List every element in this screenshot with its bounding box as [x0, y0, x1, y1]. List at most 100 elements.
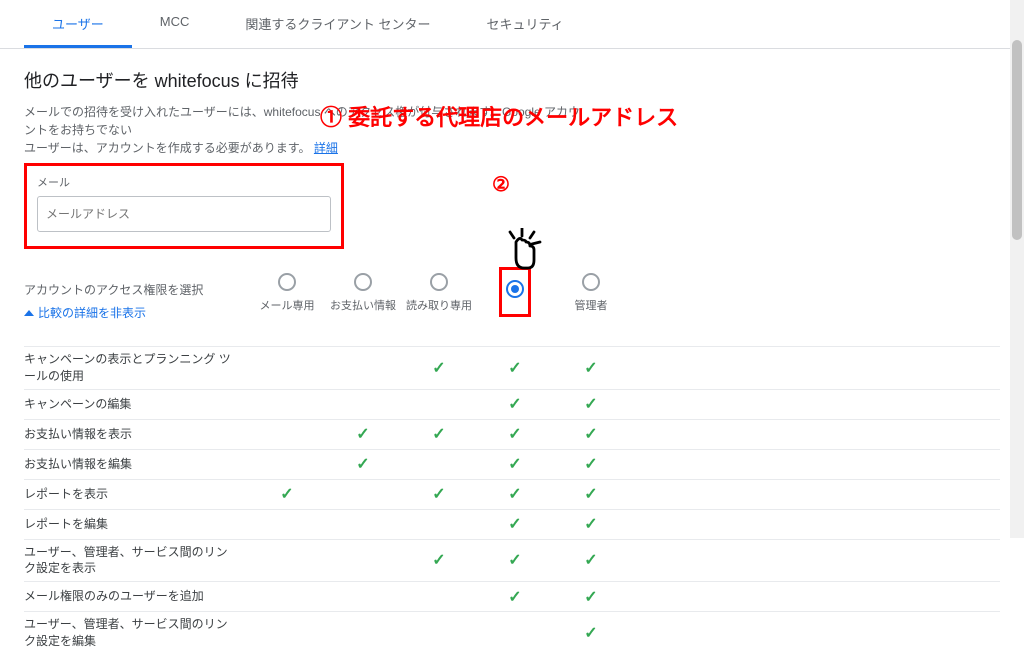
- check-icon: ✓: [401, 358, 477, 378]
- radio-standard[interactable]: [506, 280, 524, 298]
- email-label: メール: [37, 174, 331, 190]
- table-row: レポートを編集✓✓: [24, 509, 1000, 539]
- perm-cells: ✓✓: [249, 514, 629, 534]
- check-icon: ✓: [325, 454, 401, 474]
- annotation-1: ① 委託する代理店のメールアドレス: [320, 100, 678, 132]
- tab-security[interactable]: セキュリティ: [458, 0, 591, 48]
- empty-cell: [477, 623, 553, 643]
- annotation-box-2: [499, 267, 531, 317]
- permissions-table: キャンペーンの表示とプランニング ツールの使用✓✓✓キャンペーンの編集✓✓お支払…: [24, 346, 1000, 654]
- check-icon: ✓: [477, 484, 553, 504]
- access-level-radios: メール専用 お支払い情報 読み取り専用 標準 管理者: [249, 267, 629, 336]
- radio-readonly[interactable]: [430, 273, 448, 291]
- empty-cell: [249, 424, 325, 444]
- tab-users[interactable]: ユーザー: [24, 0, 132, 48]
- check-icon: ✓: [553, 358, 629, 378]
- access-select-row: アカウントのアクセス権限を選択 比較の詳細を非表示 メール専用 お支払い情報 読…: [24, 267, 1000, 336]
- empty-cell: [249, 514, 325, 534]
- table-row: ユーザー、管理者、サービス間のリンク設定を表示✓✓✓: [24, 539, 1000, 582]
- perm-label: メール権限のみのユーザーを追加: [24, 588, 249, 605]
- empty-cell: [401, 623, 477, 643]
- hide-details-text: 比較の詳細を非表示: [38, 304, 146, 321]
- radio-col-billing[interactable]: お支払い情報: [325, 267, 401, 336]
- email-field[interactable]: [37, 196, 331, 232]
- perm-label: レポートを編集: [24, 516, 249, 533]
- access-select-text: アカウントのアクセス権限を選択: [24, 283, 203, 297]
- table-row: ユーザー、管理者、サービス間のリンク設定を編集 ✓: [24, 611, 1000, 654]
- table-row: キャンペーンの表示とプランニング ツールの使用✓✓✓: [24, 346, 1000, 389]
- empty-cell: [325, 550, 401, 570]
- check-icon: ✓: [553, 484, 629, 504]
- empty-cell: [249, 358, 325, 378]
- check-icon: ✓: [249, 484, 325, 504]
- empty-cell: [325, 514, 401, 534]
- check-icon: ✓: [477, 424, 553, 444]
- perm-cells: ✓✓: [249, 587, 629, 607]
- perm-cells: ✓✓✓✓: [249, 424, 629, 444]
- empty-cell: [249, 587, 325, 607]
- radio-col-email-only[interactable]: メール専用: [249, 267, 325, 336]
- radio-col-standard[interactable]: 標準: [477, 267, 553, 336]
- empty-cell: [401, 394, 477, 414]
- table-row: キャンペーンの編集✓✓: [24, 389, 1000, 419]
- perm-cells: ✓✓✓: [249, 358, 629, 378]
- check-icon: ✓: [553, 623, 629, 643]
- check-icon: ✓: [477, 514, 553, 534]
- scrollbar[interactable]: [1010, 0, 1024, 538]
- tab-related-clients[interactable]: 関連するクライアント センター: [217, 0, 458, 48]
- perm-cells: ✓✓✓✓: [249, 484, 629, 504]
- check-icon: ✓: [401, 484, 477, 504]
- table-row: レポートを表示✓✓✓✓: [24, 479, 1000, 509]
- radio-admin[interactable]: [582, 273, 600, 291]
- check-icon: ✓: [553, 550, 629, 570]
- radio-label-billing: お支払い情報: [325, 297, 401, 313]
- check-icon: ✓: [477, 550, 553, 570]
- access-select-label: アカウントのアクセス権限を選択 比較の詳細を非表示: [24, 267, 249, 321]
- scrollbar-thumb[interactable]: [1012, 40, 1022, 240]
- empty-cell: [401, 454, 477, 474]
- check-icon: ✓: [401, 424, 477, 444]
- check-icon: ✓: [553, 424, 629, 444]
- tabs-bar: ユーザー MCC 関連するクライアント センター セキュリティ: [0, 0, 1024, 49]
- tab-mcc[interactable]: MCC: [132, 0, 218, 48]
- empty-cell: [325, 484, 401, 504]
- check-icon: ✓: [477, 454, 553, 474]
- perm-cells: ✓✓: [249, 394, 629, 414]
- check-icon: ✓: [553, 454, 629, 474]
- content-area: 他のユーザーを whitefocus に招待 メールでの招待を受け入れたユーザー…: [0, 49, 1024, 654]
- details-link[interactable]: 詳細: [314, 141, 338, 155]
- empty-cell: [249, 454, 325, 474]
- perm-label: お支払い情報を表示: [24, 426, 249, 443]
- radio-label-readonly: 読み取り専用: [401, 297, 477, 313]
- chevron-up-icon: [24, 310, 34, 316]
- perm-cells: ✓: [249, 623, 629, 643]
- description-line2: ユーザーは、アカウントを作成する必要があります。: [24, 141, 311, 155]
- annotation-2: ②: [492, 172, 510, 197]
- empty-cell: [401, 587, 477, 607]
- check-icon: ✓: [325, 424, 401, 444]
- check-icon: ✓: [477, 358, 553, 378]
- radio-billing[interactable]: [354, 273, 372, 291]
- perm-label: ユーザー、管理者、サービス間のリンク設定を編集: [24, 616, 249, 650]
- check-icon: ✓: [401, 550, 477, 570]
- radio-col-admin[interactable]: 管理者: [553, 267, 629, 336]
- hide-details-link[interactable]: 比較の詳細を非表示: [24, 304, 249, 321]
- perm-label: キャンペーンの表示とプランニング ツールの使用: [24, 351, 249, 385]
- email-section: メール: [24, 163, 344, 249]
- empty-cell: [249, 623, 325, 643]
- radio-email-only[interactable]: [278, 273, 296, 291]
- check-icon: ✓: [477, 394, 553, 414]
- empty-cell: [249, 394, 325, 414]
- radio-col-readonly[interactable]: 読み取り専用: [401, 267, 477, 336]
- radio-label-email-only: メール専用: [249, 297, 325, 313]
- check-icon: ✓: [553, 514, 629, 534]
- table-row: お支払い情報を表示✓✓✓✓: [24, 419, 1000, 449]
- radio-label-admin: 管理者: [553, 297, 629, 313]
- check-icon: ✓: [477, 587, 553, 607]
- table-row: お支払い情報を編集✓✓✓: [24, 449, 1000, 479]
- empty-cell: [401, 514, 477, 534]
- perm-cells: ✓✓✓: [249, 454, 629, 474]
- empty-cell: [325, 587, 401, 607]
- perm-label: レポートを表示: [24, 486, 249, 503]
- check-icon: ✓: [553, 394, 629, 414]
